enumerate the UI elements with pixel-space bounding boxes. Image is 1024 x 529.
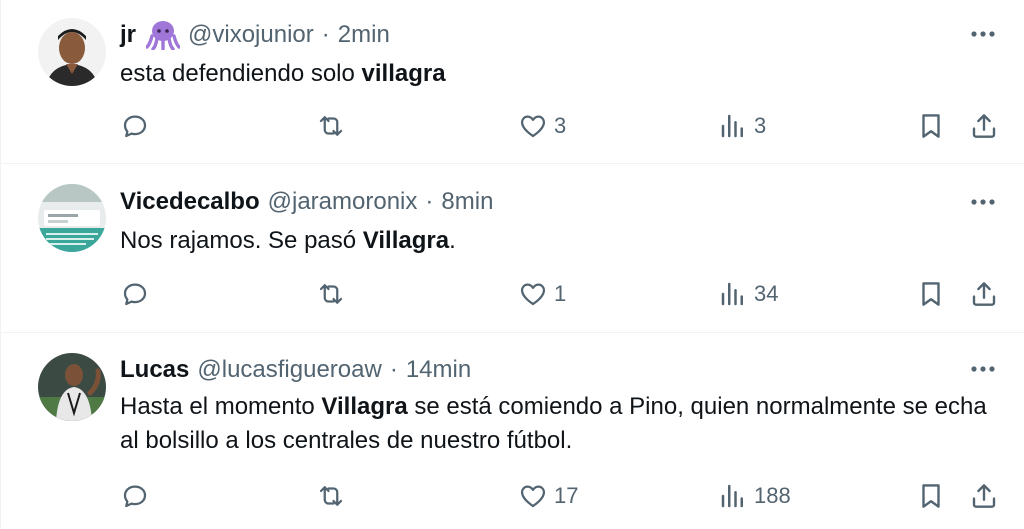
like-count: 1	[554, 281, 567, 306]
retweet-icon	[319, 116, 343, 136]
more-horizontal-icon[interactable]	[969, 355, 997, 383]
retweet-button[interactable]	[316, 478, 352, 514]
reply-button[interactable]	[120, 108, 156, 144]
bookmark-button[interactable]	[916, 276, 946, 312]
tweet-header: jr @vixojunior · 2min	[120, 20, 390, 50]
separator-dot: ·	[321, 21, 330, 48]
views-bar-chart-icon	[721, 484, 743, 508]
user-handle[interactable]: @jaramoronix	[268, 187, 418, 217]
view-count: 188	[754, 483, 791, 508]
like-button[interactable]: 3	[518, 108, 566, 144]
bookmark-icon	[922, 114, 940, 138]
views-bar-chart-icon	[721, 114, 743, 138]
person-avatar-icon	[38, 18, 106, 86]
avatar[interactable]	[38, 184, 106, 252]
avatar[interactable]	[38, 353, 106, 421]
reply-icon	[123, 485, 147, 508]
views-button[interactable]: 3	[718, 108, 766, 144]
tweet-text: esta defendiendo solo villagra	[120, 57, 1000, 91]
display-name[interactable]: jr	[120, 20, 136, 50]
more-horizontal-icon[interactable]	[969, 20, 997, 48]
share-icon	[972, 114, 996, 138]
timestamp[interactable]: 8min	[441, 187, 493, 217]
share-icon	[972, 282, 996, 306]
view-count: 3	[754, 113, 767, 138]
views-button[interactable]: 34	[718, 276, 778, 312]
user-handle[interactable]: @lucasfigueroaw	[197, 355, 381, 385]
tweet-text-highlight: villagra	[361, 60, 446, 87]
reply-button[interactable]	[120, 276, 156, 312]
retweet-icon	[319, 486, 343, 506]
screenshot-avatar-icon	[38, 184, 106, 252]
separator-dot: ·	[389, 356, 398, 383]
more-horizontal-icon[interactable]	[969, 188, 997, 216]
separator-dot: ·	[425, 188, 434, 215]
display-name[interactable]: Lucas	[120, 355, 189, 385]
user-handle[interactable]: @vixojunior	[188, 20, 314, 50]
heart-icon	[520, 485, 546, 508]
timestamp[interactable]: 2min	[338, 20, 390, 50]
tweet-header: Vicedecalbo @jaramoronix · 8min	[120, 187, 493, 217]
reply-icon	[123, 115, 147, 138]
bookmark-button[interactable]	[916, 478, 946, 514]
like-count: 17	[554, 483, 579, 508]
tweet-actions: 17 188	[120, 478, 1000, 514]
tweet[interactable]: Vicedecalbo @jaramoronix · 8min Nos raja…	[1, 164, 1024, 332]
heart-icon	[520, 115, 546, 138]
bookmark-button[interactable]	[916, 108, 946, 144]
octopus-emoji-icon	[146, 20, 181, 50]
timeline: jr @vixojunior · 2min esta defendiendo s…	[0, 0, 1024, 529]
tweet-text-highlight: Villagra	[362, 227, 450, 254]
like-button[interactable]: 1	[518, 276, 566, 312]
share-icon	[972, 484, 996, 508]
tweet-text: Nos rajamos. Se pasó Villagra.	[120, 224, 1000, 258]
views-bar-chart-icon	[721, 282, 743, 306]
tweet-text: Hasta el momento Villagra se está comien…	[120, 390, 1000, 458]
retweet-button[interactable]	[316, 108, 352, 144]
tweet-text-highlight: Villagra	[321, 393, 408, 420]
tweet-text-part: Hasta el momento	[120, 393, 322, 420]
view-count: 34	[754, 281, 779, 306]
heart-icon	[520, 283, 546, 306]
tweet-actions: 1 34	[120, 276, 1000, 312]
reply-icon	[123, 283, 147, 306]
retweet-icon	[319, 284, 343, 304]
player-avatar-icon	[38, 353, 106, 421]
like-button[interactable]: 17	[518, 478, 578, 514]
share-button[interactable]	[969, 108, 999, 144]
views-button[interactable]: 188	[718, 478, 791, 514]
avatar[interactable]	[38, 18, 106, 86]
share-button[interactable]	[969, 276, 999, 312]
share-button[interactable]	[969, 478, 999, 514]
tweet-actions: 3 3	[120, 108, 1000, 144]
retweet-button[interactable]	[316, 276, 352, 312]
display-name[interactable]: Vicedecalbo	[120, 187, 260, 217]
timestamp[interactable]: 14min	[406, 355, 471, 385]
bookmark-icon	[922, 282, 940, 306]
tweet[interactable]: jr @vixojunior · 2min esta defendiendo s…	[1, 0, 1024, 163]
tweet-text-part: Nos rajamos. Se pasó	[120, 227, 363, 254]
like-count: 3	[554, 113, 567, 138]
tweet-text-part: esta defendiendo solo	[120, 60, 362, 87]
reply-button[interactable]	[120, 478, 156, 514]
tweet-header: Lucas @lucasfigueroaw · 14min	[120, 355, 471, 385]
bookmark-icon	[922, 484, 940, 508]
tweet-text-part: .	[449, 227, 456, 254]
tweet[interactable]: Lucas @lucasfigueroaw · 14min Hasta el m…	[1, 333, 1024, 529]
